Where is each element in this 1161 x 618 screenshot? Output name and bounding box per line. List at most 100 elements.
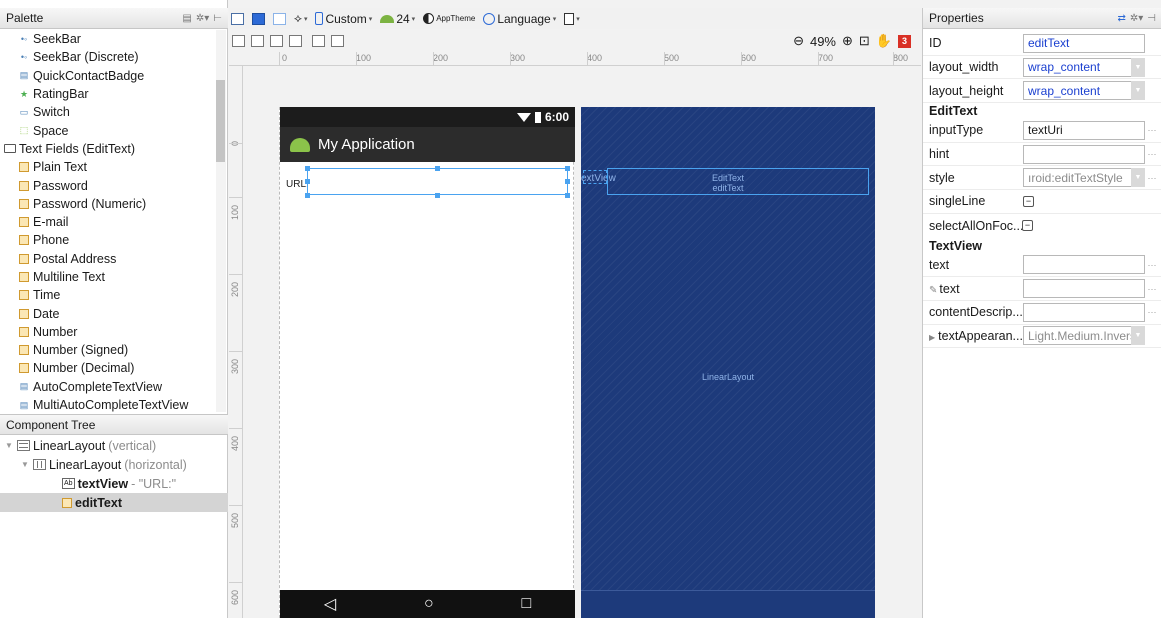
inputtype-field[interactable]: textUri xyxy=(1023,120,1145,140)
style-field[interactable]: ıroid:editTextStyle xyxy=(1023,168,1145,188)
palette-item-date[interactable]: Date xyxy=(0,304,214,322)
palette-item-password-numeric[interactable]: Password (Numeric) xyxy=(0,195,214,213)
text-field-icon xyxy=(18,198,30,209)
language-dropdown[interactable]: Language ▾ xyxy=(483,12,556,26)
pan-hand-icon[interactable]: ✋ xyxy=(876,33,892,49)
dropdown-arrow-icon[interactable]: ▼ xyxy=(1131,57,1145,77)
palette-item-multiline-text[interactable]: Multiline Text xyxy=(0,268,214,286)
zoom-in-icon[interactable]: ⊕ xyxy=(842,33,853,49)
zoom-out-icon[interactable]: ⊖ xyxy=(793,33,804,49)
more-icon[interactable]: ··· xyxy=(1145,307,1159,317)
home-icon[interactable]: ○ xyxy=(424,595,434,613)
palette-item-number-decimal[interactable]: Number (Decimal) xyxy=(0,359,214,377)
align-icon[interactable] xyxy=(331,35,344,47)
more-icon[interactable]: ··· xyxy=(1145,173,1159,183)
swap-icon[interactable]: ⇄ xyxy=(1117,13,1125,24)
textappearance-field[interactable]: Light.Medium.Inverse xyxy=(1023,326,1145,346)
expand-arrow-icon[interactable]: ▼ xyxy=(4,441,14,450)
palette-item-number-signed[interactable]: Number (Signed) xyxy=(0,341,214,359)
gear-icon[interactable]: ✲▾ xyxy=(1130,13,1143,24)
back-icon[interactable]: ◁ xyxy=(324,594,336,614)
ruler-top: 0 100 200 300 400 500 600 700 800 xyxy=(229,52,921,66)
palette-item-quickcontactbadge[interactable]: ▤ QuickContactBadge xyxy=(0,67,214,85)
both-view-button[interactable] xyxy=(273,12,286,25)
text-field-icon xyxy=(18,308,30,319)
palette-item-autocomplete[interactable]: ▤ AutoCompleteTextView xyxy=(0,378,214,396)
layout-width-field[interactable]: wrap_content xyxy=(1023,57,1145,77)
tree-row-edittext[interactable]: editText xyxy=(0,493,228,512)
android-logo-icon xyxy=(290,137,310,152)
prop-row-selectall: selectAllOnFoc... − xyxy=(923,214,1161,238)
palette-item-seekbar[interactable]: •◦ SeekBar xyxy=(0,30,214,48)
expand-arrow-icon[interactable]: ▶ xyxy=(929,333,935,342)
collapse-icon[interactable]: ⊢ xyxy=(213,13,222,24)
zoom-controls: ⊖ 49% ⊕ ⊡ ✋ 3 xyxy=(793,33,911,49)
palette-scrollbar-thumb[interactable] xyxy=(216,80,225,162)
design-view-button[interactable] xyxy=(231,12,244,25)
component-tree: ▼ LinearLayout (vertical) ▼ LinearLayout(… xyxy=(0,436,228,512)
status-bar: 6:00 xyxy=(280,107,575,127)
palette-item-switch[interactable]: ▭ Switch xyxy=(0,103,214,121)
text-field-icon xyxy=(18,363,30,374)
blueprint-layout-label: LinearLayout xyxy=(701,372,755,382)
collapse-icon[interactable]: ⊣ xyxy=(1147,13,1156,24)
theme-dropdown[interactable]: AppTheme xyxy=(423,13,475,24)
blueprint-preview[interactable]: extView EditText editText LinearLayout xyxy=(581,107,875,618)
gear-icon[interactable]: ✲▾ xyxy=(196,13,209,24)
ruler-label: 500 xyxy=(664,53,680,63)
warning-badge[interactable]: 3 xyxy=(898,34,911,48)
dropdown-arrow-icon[interactable]: ▼ xyxy=(1131,168,1145,188)
palette-item-plain-text[interactable]: Plain Text xyxy=(0,158,214,176)
device-dropdown[interactable]: Custom ▾ xyxy=(315,12,372,26)
api-level-dropdown[interactable]: 24 ▾ xyxy=(380,12,415,26)
tree-row-linearlayout-vertical[interactable]: ▼ LinearLayout (vertical) xyxy=(0,436,228,455)
design-tools: ⊖ 49% ⊕ ⊡ ✋ 3 xyxy=(229,30,921,52)
expand-arrow-icon[interactable]: ▼ xyxy=(20,460,30,469)
more-icon[interactable]: ··· xyxy=(1145,125,1159,135)
preview-edittext[interactable] xyxy=(307,168,568,195)
recents-icon[interactable]: □ xyxy=(521,595,531,613)
orientation-button[interactable]: ⟡ ▾ xyxy=(294,11,307,26)
grid-icon[interactable] xyxy=(289,35,302,47)
palette-item-seekbar-discrete[interactable]: •◦ SeekBar (Discrete) xyxy=(0,48,214,66)
dropdown-arrow-icon[interactable]: ▼ xyxy=(1131,326,1145,346)
blueprint-view-button[interactable] xyxy=(252,12,265,25)
hint-field[interactable] xyxy=(1023,144,1145,164)
palette-item-password[interactable]: Password xyxy=(0,176,214,194)
singleline-checkbox[interactable]: − xyxy=(1023,195,1034,207)
sum-icon[interactable] xyxy=(270,35,283,47)
ruler-left: 0 100 200 300 400 500 600 xyxy=(229,66,243,618)
dropdown-arrow-icon[interactable]: ▼ xyxy=(1131,81,1145,101)
ruler-label: 100 xyxy=(356,53,372,63)
palette-view-icon[interactable]: ▤ xyxy=(182,13,191,24)
palette-item-postal-address[interactable]: Postal Address xyxy=(0,250,214,268)
more-icon[interactable]: ··· xyxy=(1145,284,1159,294)
tree-row-linearlayout-horizontal[interactable]: ▼ LinearLayout (horizontal) xyxy=(0,455,228,474)
more-icon[interactable]: ··· xyxy=(1145,149,1159,159)
refresh-icon[interactable] xyxy=(251,35,264,47)
text-field-icon xyxy=(18,326,30,337)
palette-item-ratingbar[interactable]: ★ RatingBar xyxy=(0,85,214,103)
palette-item-multiautocomplete[interactable]: ▤ MultiAutoCompleteTextView xyxy=(0,396,214,412)
palette-item-space[interactable]: ⬚ Space xyxy=(0,121,214,139)
text-field[interactable] xyxy=(1023,255,1145,275)
fit-screen-icon[interactable]: ⊡ xyxy=(859,33,870,49)
palette-item-email[interactable]: E-mail xyxy=(0,213,214,231)
tree-row-textview[interactable]: Ab textView - "URL:" xyxy=(0,474,228,493)
design-preview[interactable]: 6:00 My Application URL: ◁ ○ □ xyxy=(279,107,575,618)
viewport-fit-icon[interactable] xyxy=(232,35,245,47)
palette-item-time[interactable]: Time xyxy=(0,286,214,304)
layout-height-field[interactable]: wrap_content xyxy=(1023,81,1145,101)
more-icon[interactable]: ··· xyxy=(1145,260,1159,270)
distribute-icon[interactable] xyxy=(312,35,325,47)
screen-size-dropdown[interactable]: ▾ xyxy=(564,12,580,25)
id-field[interactable]: editText xyxy=(1023,33,1145,53)
tools-text-field[interactable] xyxy=(1023,279,1145,299)
selectall-checkbox[interactable]: − xyxy=(1022,220,1033,232)
prop-row-inputtype: inputType textUri ··· xyxy=(923,119,1161,143)
contentdescription-field[interactable] xyxy=(1023,302,1145,322)
palette-item-phone[interactable]: Phone xyxy=(0,231,214,249)
properties-header-tools: ⇄ ✲▾ ⊣ xyxy=(1117,13,1161,24)
palette-group-text-fields[interactable]: Text Fields (EditText) xyxy=(0,140,214,158)
palette-item-number[interactable]: Number xyxy=(0,323,214,341)
